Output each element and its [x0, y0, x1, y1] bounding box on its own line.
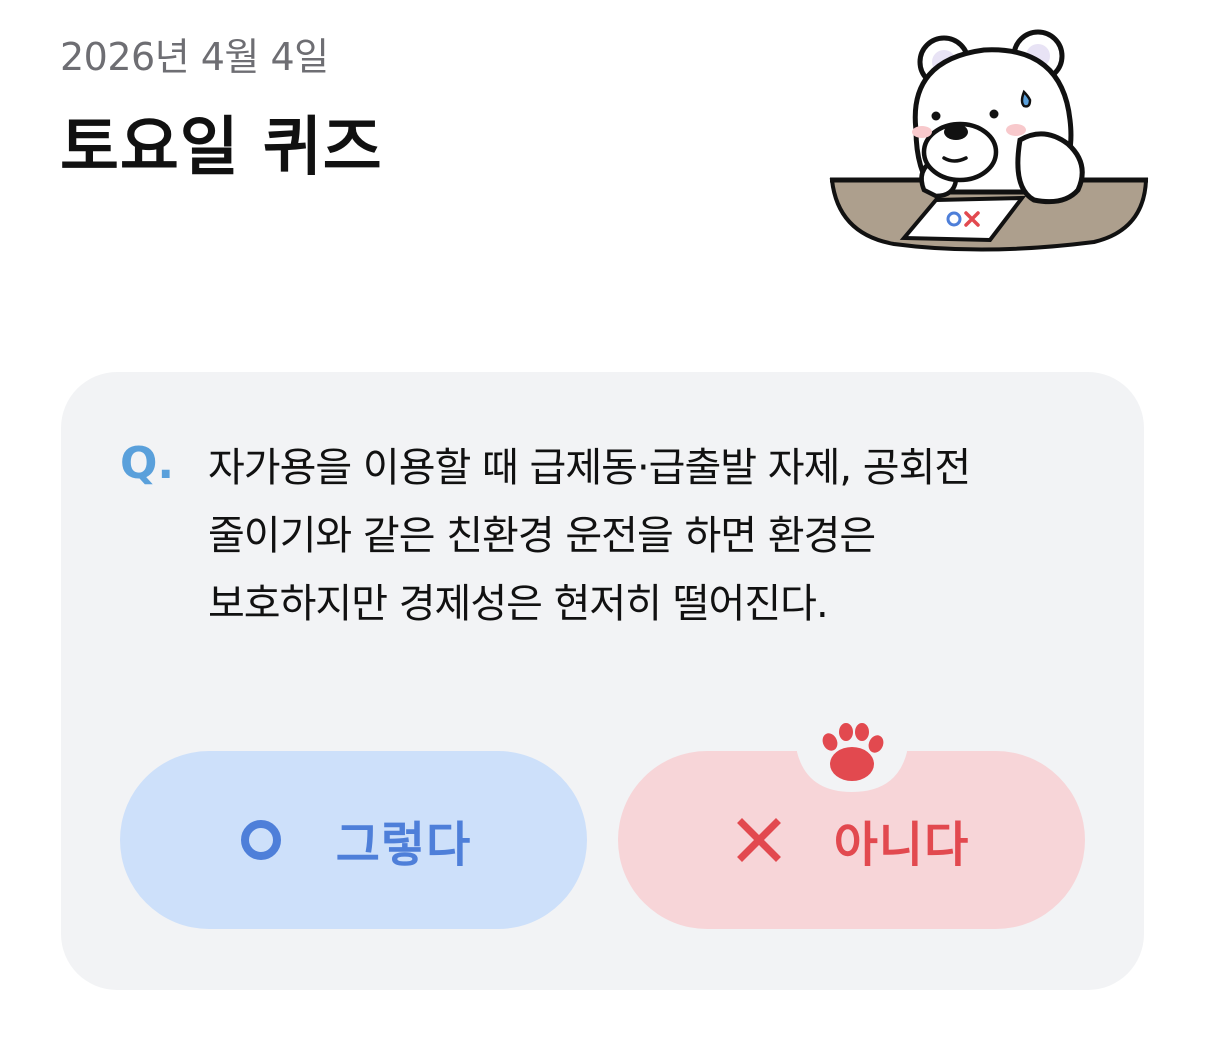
- question-text: 자가용을 이용할 때 급제동·급출발 자제, 공회전 줄이기와 같은 친환경 운…: [208, 434, 1088, 638]
- page-title: 토요일 퀴즈: [60, 111, 383, 185]
- answer-no-label: 아니다: [833, 817, 970, 873]
- question-marker: Q.: [120, 438, 175, 489]
- paw-icon: [797, 700, 907, 792]
- question-line: 자가용을 이용할 때 급제동·급출발 자제, 공회전: [208, 445, 971, 491]
- circle-o-icon: [236, 815, 286, 865]
- x-mark-icon: [734, 815, 784, 865]
- quiz-page: 2026년 4월 4일 토요일 퀴즈 Q. 자가용을 이용할 때 급제동·급출발…: [0, 0, 1206, 1049]
- question-line: 줄이기와 같은 친환경 운전을 하면 환경은: [208, 513, 876, 559]
- bear-quiz-illustration: [824, 20, 1154, 260]
- answer-yes-label: 그렇다: [335, 817, 472, 873]
- question-line: 보호하지만 경제성은 현저히 떨어진다.: [208, 581, 829, 627]
- answer-yes-button[interactable]: 그렇다: [120, 751, 587, 929]
- quiz-date: 2026년 4월 4일: [60, 35, 329, 79]
